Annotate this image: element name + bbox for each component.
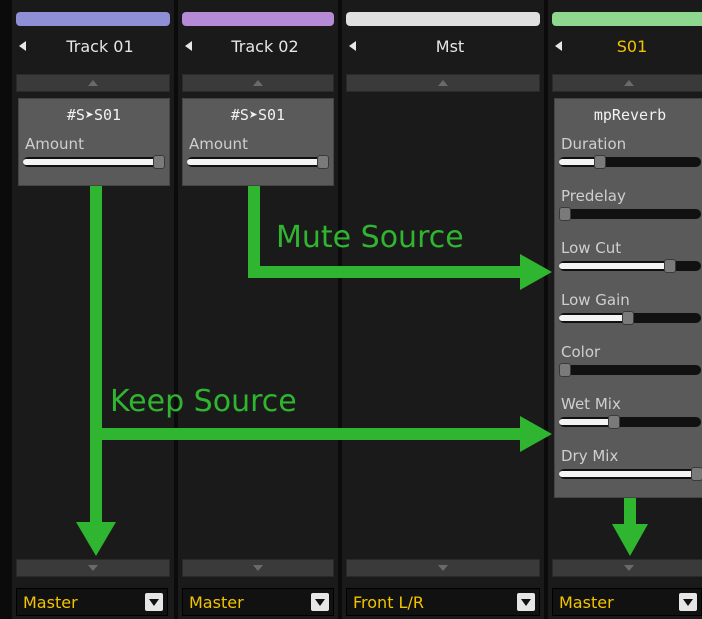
arrow-head-down: [612, 524, 648, 556]
keep-source-vertical-line: [90, 186, 102, 524]
arrow-head-right: [520, 416, 552, 452]
arrow-head-right: [520, 254, 552, 290]
mute-source-label: Mute Source: [276, 220, 464, 255]
mute-source-vertical-line: [248, 186, 260, 278]
s01-output-line: [624, 498, 636, 526]
keep-source-label: Keep Source: [110, 384, 297, 419]
arrow-head-down: [76, 522, 116, 556]
routing-arrows: [76, 186, 648, 556]
mute-source-horizontal-line: [248, 266, 524, 278]
keep-source-horizontal-line: [96, 428, 524, 440]
